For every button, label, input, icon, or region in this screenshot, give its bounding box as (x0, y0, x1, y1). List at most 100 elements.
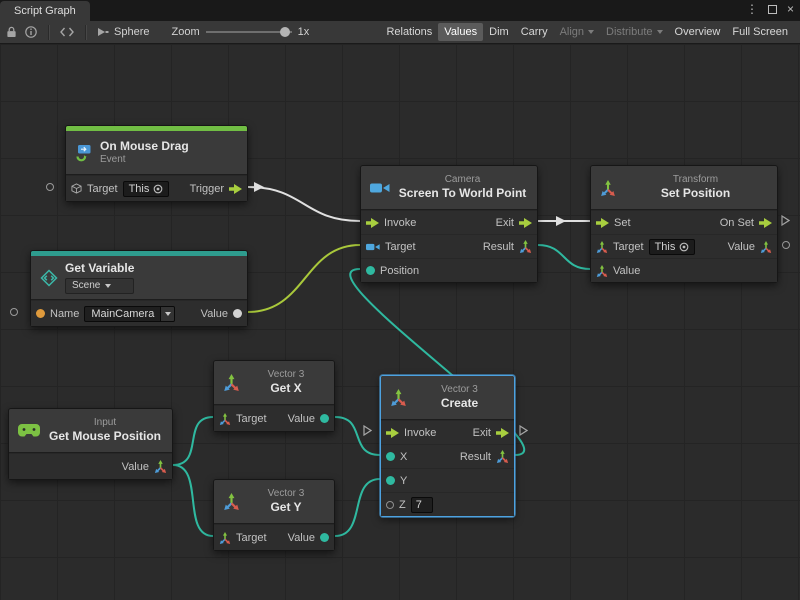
node-vector3-get-x[interactable]: Vector 3 Get X Target Value (213, 360, 335, 432)
node-get-variable[interactable]: Get Variable Scene Name MainCamera Value (30, 250, 248, 327)
window-controls: ⋮ × (746, 2, 794, 16)
flow-out-port[interactable] (519, 218, 532, 228)
port-label: Result (460, 451, 491, 463)
vector3-in-port[interactable] (219, 532, 231, 544)
float-in-port[interactable] (386, 476, 395, 485)
tab-script-graph[interactable]: Script Graph (0, 1, 90, 21)
tab-title: Script Graph (14, 5, 76, 17)
zoom-value: 1x (298, 26, 310, 38)
node-category: Transform (673, 174, 718, 187)
zoom-slider[interactable] (206, 26, 292, 38)
z-value-input[interactable] (411, 497, 433, 513)
lock-icon[interactable] (6, 26, 17, 38)
float-in-port[interactable] (386, 452, 395, 461)
gameobject-cube-icon[interactable] (71, 183, 82, 194)
float-in-port[interactable] (386, 501, 394, 509)
chevron-down-icon (105, 284, 111, 288)
wire-variable-to-target[interactable] (248, 245, 360, 312)
vector3-in-port[interactable] (219, 413, 231, 425)
port-label: Set (614, 217, 631, 229)
value-out-port[interactable] (233, 309, 242, 318)
vector3-out-port[interactable] (154, 460, 167, 473)
variable-name-dropdown[interactable]: MainCamera (84, 306, 175, 322)
graph-breadcrumb[interactable]: Sphere (97, 26, 149, 38)
node-title: Get Mouse Position (49, 429, 161, 444)
window-maximize-icon[interactable] (768, 5, 777, 14)
port-label: Exit (473, 427, 491, 439)
camera-icon (370, 181, 390, 195)
window-menu-icon[interactable]: ⋮ (746, 2, 758, 16)
self-target-icon (153, 184, 163, 194)
dim-button[interactable]: Dim (483, 23, 515, 41)
vector3-icon (223, 493, 240, 510)
carry-button[interactable]: Carry (515, 23, 554, 41)
flow-in-port[interactable] (366, 218, 379, 228)
vector3-out-port[interactable] (760, 241, 772, 253)
flow-out-port[interactable] (496, 428, 509, 438)
port-label: Y (400, 475, 407, 487)
this-target-chip[interactable]: This (649, 239, 696, 255)
chevron-down-icon (657, 30, 663, 34)
flow-in-port[interactable] (386, 428, 399, 438)
float-out-port[interactable] (320, 414, 329, 423)
wire-mouse-to-gety[interactable] (173, 465, 213, 536)
vector3-out-port[interactable] (519, 240, 532, 253)
variable-scope-dropdown[interactable]: Scene (65, 278, 134, 295)
node-screen-to-world-point[interactable]: Camera Screen To World Point Invoke Exit… (360, 165, 538, 283)
self-target-icon (679, 242, 689, 252)
port-label: Value (122, 461, 149, 473)
node-vector3-get-y[interactable]: Vector 3 Get Y Target Value (213, 479, 335, 551)
zoom-slider-handle[interactable] (280, 27, 290, 37)
float-out-port[interactable] (320, 533, 329, 542)
wire-trigger-to-invoke[interactable] (248, 187, 360, 221)
fullscreen-button[interactable]: Full Screen (726, 23, 794, 41)
vector3-out-port[interactable] (496, 450, 509, 463)
flow-out-port[interactable] (759, 218, 772, 228)
unconnected-port-hint (46, 183, 54, 191)
relations-button[interactable]: Relations (380, 23, 438, 41)
wire-result-to-value[interactable] (538, 245, 590, 269)
camera-type-in-port[interactable] (366, 242, 380, 252)
wire-mouse-to-getx[interactable] (173, 417, 213, 465)
flow-out-port[interactable] (229, 184, 242, 194)
distribute-button: Distribute (600, 23, 668, 41)
port-label: Exit (496, 217, 514, 229)
graph-icon (97, 27, 109, 37)
port-label: Value (728, 241, 755, 253)
graph-toolbar: Sphere Zoom 1x Relations Values Dim Carr… (0, 21, 800, 44)
unconnected-flow-hint (363, 425, 372, 436)
vector3-in-port[interactable] (596, 265, 608, 277)
wire-getx-to-x[interactable] (335, 417, 380, 455)
this-target-chip[interactable]: This (123, 181, 170, 197)
node-vector3-create[interactable]: Vector 3 Create Invoke Exit X Result Y Z (380, 375, 515, 517)
info-icon[interactable] (25, 26, 37, 38)
port-label: Invoke (404, 427, 436, 439)
chevron-down-icon (165, 312, 171, 316)
string-in-port[interactable] (36, 309, 45, 318)
transform-type-in-port[interactable] (596, 241, 608, 253)
node-category: Camera (445, 174, 481, 187)
values-button[interactable]: Values (438, 23, 483, 41)
node-category: Vector 3 (268, 488, 305, 501)
port-label: Result (483, 241, 514, 253)
unconnected-port-hint (10, 308, 18, 316)
port-label: Name (50, 308, 79, 320)
zoom-label: Zoom (171, 26, 199, 38)
window-close-icon[interactable]: × (787, 2, 794, 16)
wire-gety-to-y[interactable] (335, 479, 380, 536)
flow-in-port[interactable] (596, 218, 609, 228)
graph-name: Sphere (114, 26, 149, 38)
zoom-slider-track[interactable] (206, 31, 292, 33)
code-view-icon[interactable] (60, 27, 74, 37)
unconnected-port-hint (782, 241, 790, 249)
port-label: Target (236, 532, 267, 544)
toolbar-separator (48, 25, 49, 40)
node-category: Vector 3 (441, 384, 478, 397)
node-get-mouse-position[interactable]: Input Get Mouse Position Value (8, 408, 173, 480)
node-set-position[interactable]: Transform Set Position Set On Set Target… (590, 165, 778, 283)
graph-canvas[interactable]: On Mouse Drag Event Target This Trigger … (0, 44, 800, 600)
vector3-in-port[interactable] (366, 266, 375, 275)
overview-button[interactable]: Overview (669, 23, 727, 41)
window-titlebar: Script Graph ⋮ × (0, 0, 800, 21)
node-on-mouse-drag[interactable]: On Mouse Drag Event Target This Trigger (65, 125, 248, 202)
